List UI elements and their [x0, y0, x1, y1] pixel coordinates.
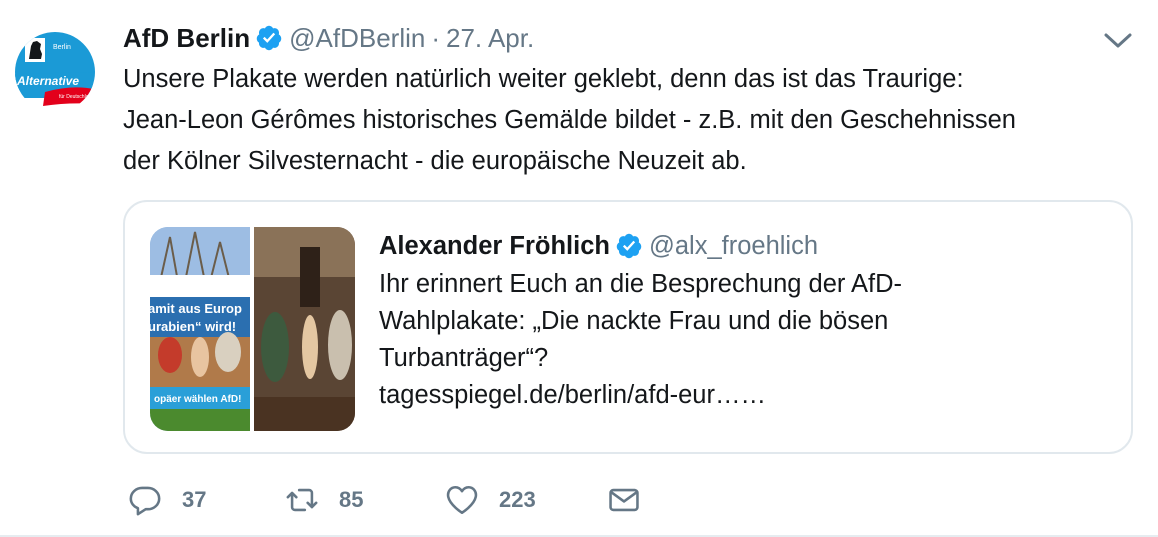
quoted-tweet[interactable]: amit aus Europ urabien“ wird! opäer wähl…: [123, 200, 1133, 454]
tweet-text-line: Unsere Plakate werden natürlich weiter g…: [123, 65, 964, 93]
tweet-date[interactable]: 27. Apr.: [446, 23, 534, 54]
tweet-text-line: Jean-Leon Gérômes historisches Gemälde b…: [123, 106, 1016, 134]
avatar[interactable]: Berlin Alternative für Deutschland: [15, 32, 95, 112]
quoted-text-line: Wahlplakate: „Die nackte Frau und die bö…: [379, 307, 889, 335]
quoted-link[interactable]: tagesspiegel.de/berlin/afd-eur……: [379, 377, 1099, 414]
quoted-text-line: Turbanträger“?: [379, 344, 549, 372]
separator-dot: ·: [431, 22, 441, 53]
like-button[interactable]: 223: [445, 478, 536, 522]
svg-text:opäer wählen AfD!: opäer wählen AfD!: [154, 394, 241, 405]
chevron-down-icon[interactable]: [1100, 25, 1136, 53]
tweet-text-line: der Kölner Silvesternacht - die europäis…: [123, 147, 747, 175]
svg-text:Berlin: Berlin: [53, 44, 71, 51]
like-count: 223: [499, 487, 536, 512]
reply-button[interactable]: 37: [128, 478, 206, 522]
direct-message-button[interactable]: [607, 478, 641, 522]
retweet-button[interactable]: 85: [285, 478, 363, 522]
svg-text:Alternative: Alternative: [16, 74, 79, 88]
like-icon: [446, 485, 478, 515]
quoted-tweet-header: Alexander Fröhlich @alx_froehlich: [379, 228, 818, 264]
tweet-header: AfD Berlin @AfDBerlin · 27. Apr.: [123, 18, 534, 58]
reply-count: 37: [182, 487, 207, 512]
svg-text:amit aus Europ: amit aus Europ: [150, 301, 242, 316]
verified-badge-icon: [255, 24, 283, 52]
quoted-tweet-text: Ihr erinnert Euch an die Besprechung der…: [379, 266, 1099, 414]
quoted-author-name[interactable]: Alexander Fröhlich: [379, 232, 610, 261]
svg-text:für Deutschland: für Deutschland: [59, 94, 94, 100]
retweet-count: 85: [339, 487, 364, 512]
quoted-text-line: Ihr erinnert Euch an die Besprechung der…: [379, 270, 903, 298]
tweet-text: Unsere Plakate werden natürlich weiter g…: [123, 59, 1133, 182]
reply-icon: [129, 486, 161, 516]
afd-berlin-logo: Berlin Alternative für Deutschland: [15, 32, 95, 112]
author-name[interactable]: AfD Berlin: [123, 23, 250, 54]
tweet-actions: 37 85 223: [123, 478, 663, 522]
author-handle[interactable]: @AfDBerlin: [289, 23, 425, 54]
quoted-tweet-media[interactable]: amit aus Europ urabien“ wird! opäer wähl…: [150, 227, 355, 431]
quoted-author-handle[interactable]: @alx_froehlich: [649, 232, 818, 261]
svg-text:urabien“ wird!: urabien“ wird!: [150, 319, 236, 334]
verified-badge-icon: [615, 232, 643, 260]
quoted-tweet-image: amit aus Europ urabien“ wird! opäer wähl…: [150, 227, 355, 431]
retweet-icon: [286, 488, 318, 512]
dm-icon: [609, 488, 639, 512]
